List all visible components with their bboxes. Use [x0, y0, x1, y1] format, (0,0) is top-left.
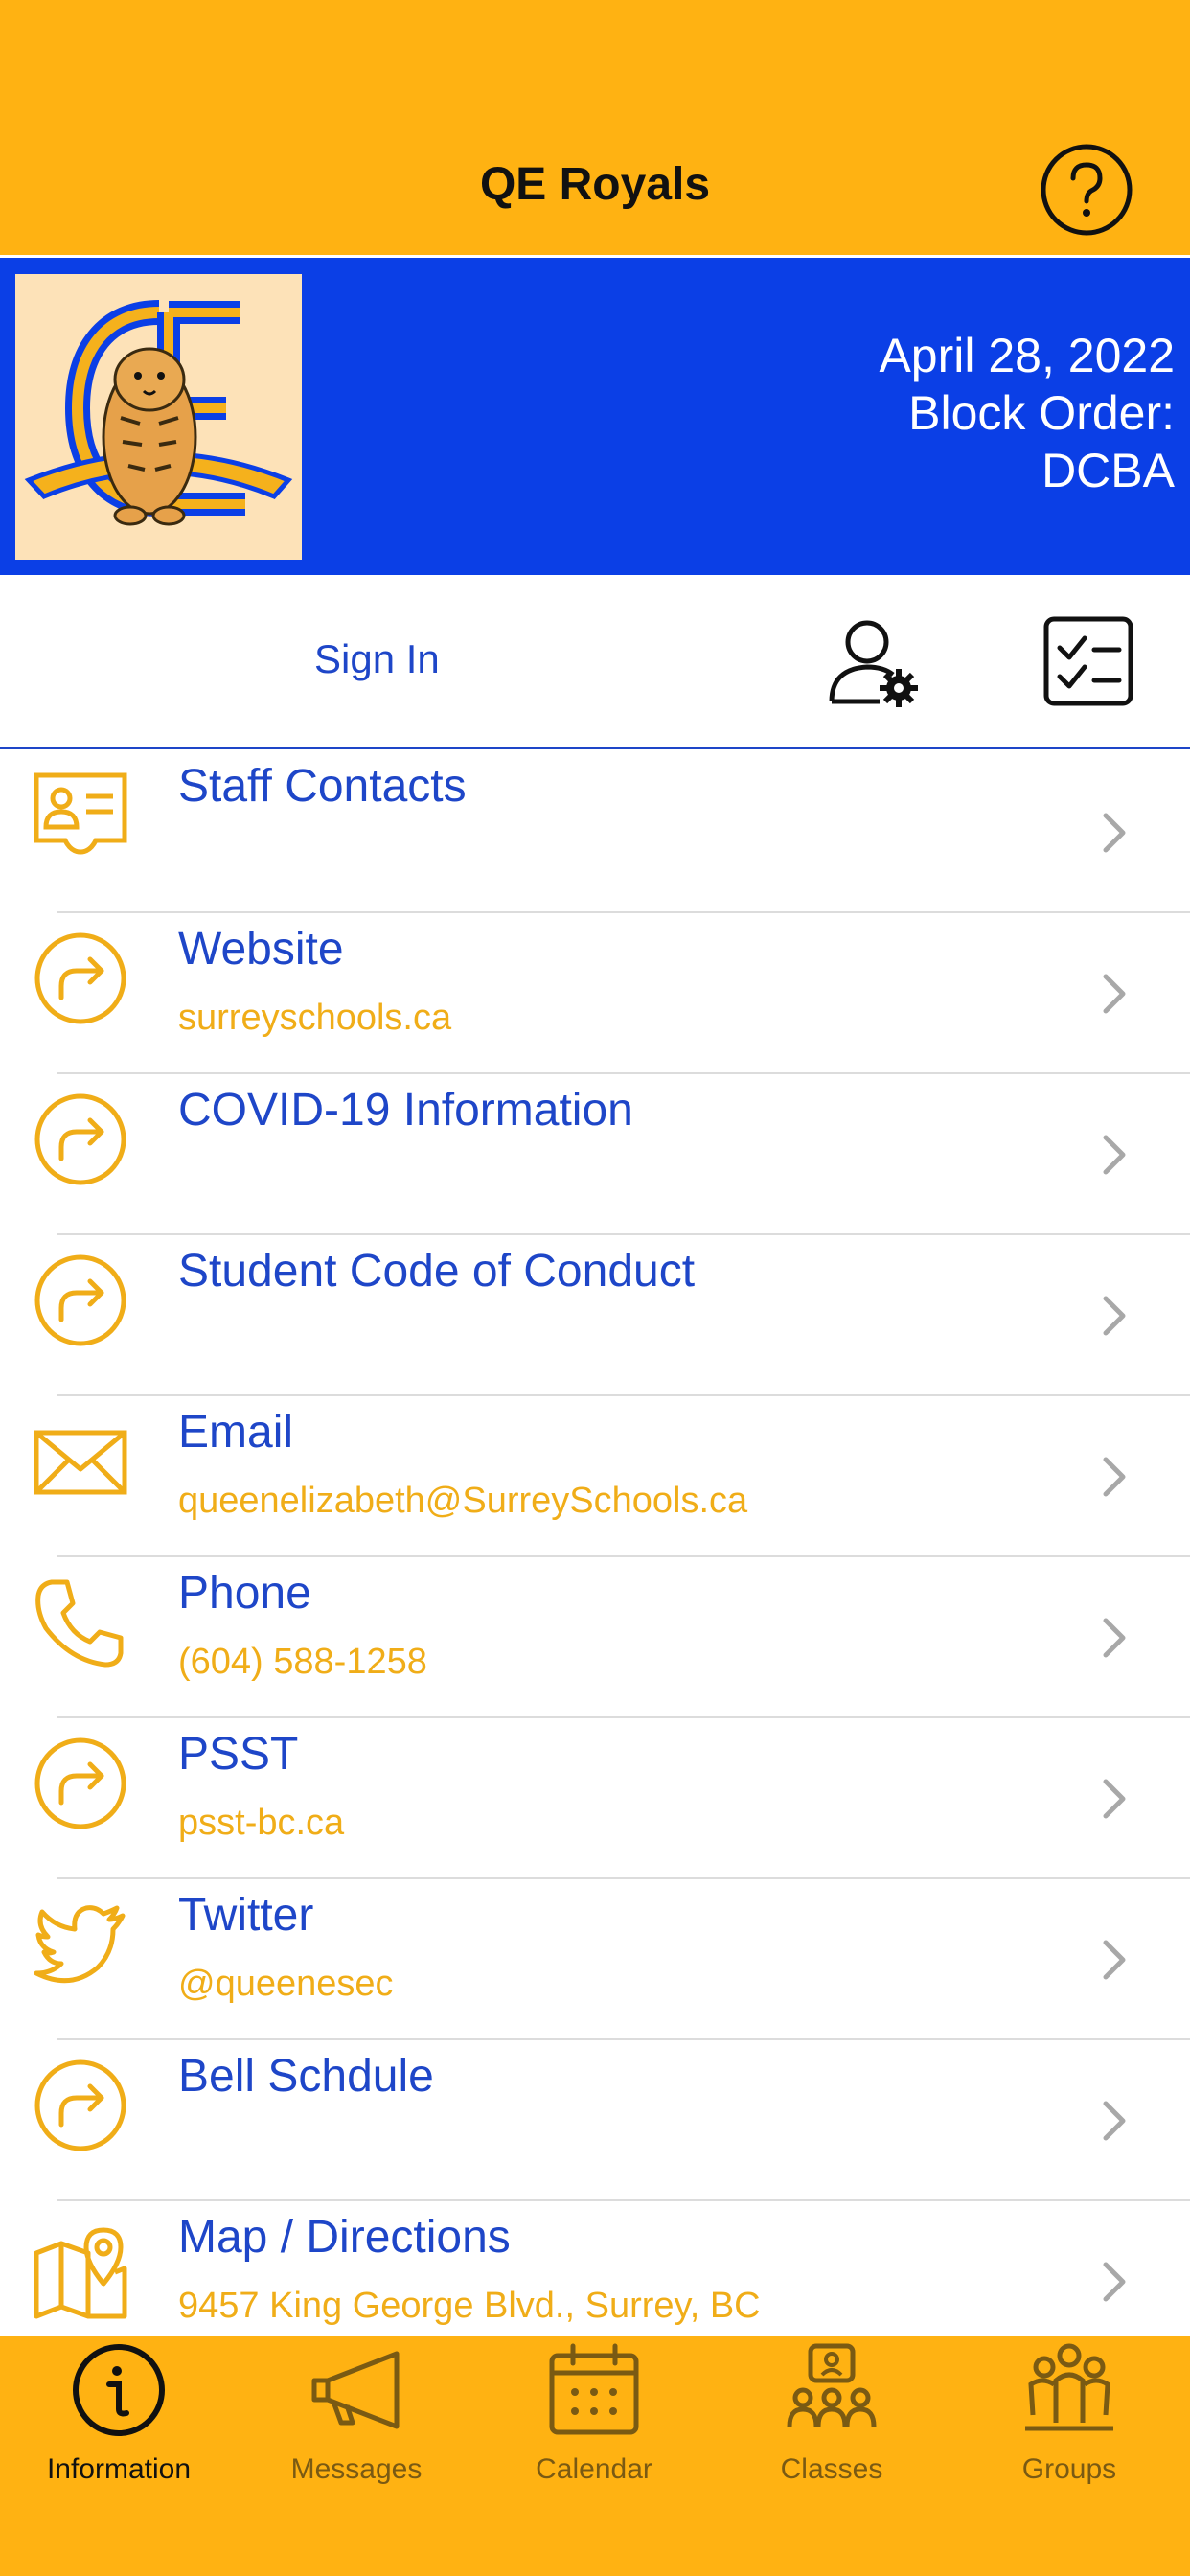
top-navigation-bar: QE Royals — [0, 0, 1190, 255]
tab-label: Messages — [290, 2453, 423, 2485]
megaphone-icon — [309, 2342, 404, 2438]
list-item-psst[interactable]: PSST psst-bc.ca — [0, 1718, 1190, 1879]
list-item-twitter[interactable]: Twitter @queenesec — [0, 1879, 1190, 2040]
item-title: COVID-19 Information — [178, 1085, 633, 1136]
phone-icon — [33, 1575, 128, 1670]
help-button[interactable] — [1039, 142, 1134, 238]
list-item-bell-schedule[interactable]: Bell Schdule — [0, 2040, 1190, 2201]
bottom-tab-bar: Information Messages Calendar Classes Gr… — [0, 2336, 1190, 2576]
redirect-icon — [33, 1736, 128, 1831]
contact-card-icon — [33, 764, 128, 860]
sign-in-link[interactable]: Sign In — [314, 636, 440, 682]
item-title: Staff Contacts — [178, 761, 467, 812]
twitter-bird-icon — [33, 1897, 128, 1992]
item-title: Bell Schdule — [178, 2051, 434, 2102]
item-subtitle: (604) 588-1258 — [178, 1642, 427, 1682]
chevron-right-icon — [1100, 2259, 1129, 2305]
list-item-map-directions[interactable]: Map / Directions 9457 King George Blvd.,… — [0, 2201, 1190, 2336]
user-settings-icon — [829, 620, 918, 707]
calendar-icon — [546, 2342, 642, 2438]
item-title: Student Code of Conduct — [178, 1246, 696, 1297]
tab-classes[interactable]: Classes — [713, 2336, 950, 2499]
list-item-staff-contacts[interactable]: Staff Contacts — [0, 752, 1190, 913]
school-banner: April 28, 2022 Block Order: DCBA — [0, 255, 1190, 575]
groups-icon — [1021, 2342, 1117, 2438]
info-icon — [71, 2342, 167, 2438]
redirect-icon — [33, 931, 128, 1026]
tab-calendar[interactable]: Calendar — [475, 2336, 713, 2499]
chevron-right-icon — [1100, 2098, 1129, 2144]
tab-label: Classes — [780, 2453, 883, 2485]
chevron-right-icon — [1100, 1937, 1129, 1983]
item-title: Phone — [178, 1568, 311, 1619]
redirect-icon — [33, 1092, 128, 1187]
tab-label: Groups — [1021, 2453, 1117, 2485]
list-item-email[interactable]: Email queenelizabeth@SurreySchools.ca — [0, 1396, 1190, 1557]
checklist-button[interactable] — [1042, 615, 1134, 707]
chevron-right-icon — [1100, 1776, 1129, 1822]
envelope-icon — [33, 1414, 128, 1509]
redirect-icon — [33, 1253, 128, 1348]
chevron-right-icon — [1100, 971, 1129, 1017]
block-order-label: Block Order: — [908, 386, 1175, 440]
tab-groups[interactable]: Groups — [950, 2336, 1188, 2499]
item-title: Twitter — [178, 1890, 314, 1941]
tiger-logo — [24, 300, 293, 526]
account-row: Sign In — [0, 575, 1190, 749]
item-title: PSST — [178, 1729, 299, 1780]
chevron-right-icon — [1100, 1454, 1129, 1500]
info-list: Staff Contacts Website surreyschools.ca — [0, 752, 1190, 2336]
page-title: QE Royals — [479, 159, 711, 210]
map-pin-icon — [33, 2224, 128, 2320]
chevron-right-icon — [1100, 1293, 1129, 1339]
list-item-website[interactable]: Website surreyschools.ca — [0, 913, 1190, 1074]
list-item-phone[interactable]: Phone (604) 588-1258 — [0, 1557, 1190, 1718]
item-title: Map / Directions — [178, 2212, 511, 2263]
banner-info: April 28, 2022 Block Order: DCBA — [879, 327, 1175, 499]
block-order-value: DCBA — [1041, 444, 1175, 497]
item-subtitle: queenelizabeth@SurreySchools.ca — [178, 1481, 748, 1521]
item-title: Website — [178, 924, 344, 975]
chevron-right-icon — [1100, 1615, 1129, 1661]
school-logo — [15, 274, 302, 560]
list-item-covid-19-information[interactable]: COVID-19 Information — [0, 1074, 1190, 1235]
tab-messages[interactable]: Messages — [238, 2336, 475, 2499]
classes-icon — [784, 2342, 880, 2438]
checklist-icon — [1043, 616, 1133, 706]
item-subtitle: @queenesec — [178, 1964, 394, 2004]
banner-date: April 28, 2022 — [879, 329, 1175, 382]
item-title: Email — [178, 1407, 294, 1458]
tab-label: Calendar — [536, 2453, 652, 2485]
tab-information[interactable]: Information — [0, 2336, 238, 2499]
help-circle-icon — [1041, 144, 1133, 236]
user-settings-button[interactable] — [824, 613, 920, 709]
redirect-icon — [33, 2058, 128, 2153]
list-item-student-code-of-conduct[interactable]: Student Code of Conduct — [0, 1235, 1190, 1396]
item-subtitle: surreyschools.ca — [178, 998, 452, 1038]
tab-label: Information — [46, 2453, 192, 2485]
chevron-right-icon — [1100, 1132, 1129, 1178]
chevron-right-icon — [1100, 810, 1129, 856]
item-subtitle: 9457 King George Blvd., Surrey, BC — [178, 2286, 761, 2326]
item-subtitle: psst-bc.ca — [178, 1803, 345, 1843]
